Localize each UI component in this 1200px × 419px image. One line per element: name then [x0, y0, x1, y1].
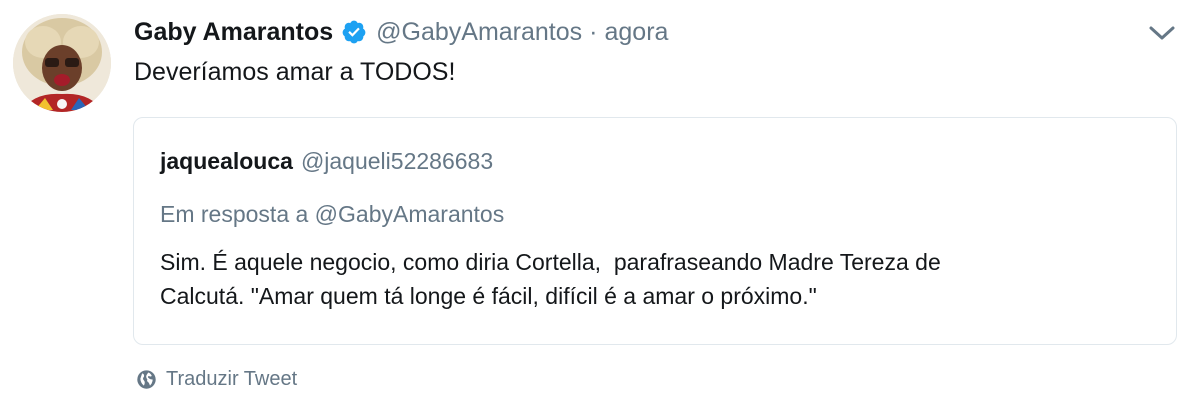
display-name[interactable]: Gaby Amarantos: [134, 18, 333, 47]
tweet: Gaby Amarantos @GabyAmarantos · agora De…: [0, 0, 1200, 419]
quoted-tweet-text: Sim. É aquele negocio, como diria Cortel…: [160, 249, 941, 309]
quoted-tweet-header: jaquealouca @jaqueli52286683: [160, 148, 493, 175]
separator-dot: ·: [589, 17, 598, 46]
quoted-handle: @jaqueli52286683: [300, 148, 494, 174]
chevron-down-icon[interactable]: [1146, 20, 1178, 46]
tweet-header: Gaby Amarantos @GabyAmarantos · agora: [134, 14, 668, 50]
quoted-display-name: jaquealouca: [160, 148, 293, 174]
translate-label: Traduzir Tweet: [166, 368, 298, 390]
tweet-text: Deveríamos amar a TODOS!: [134, 58, 456, 86]
quoted-reply-context: Em resposta a @GabyAmarantos: [160, 201, 505, 227]
avatar-image: [13, 14, 111, 112]
quoted-tweet[interactable]: jaquealouca @jaqueli52286683 Em resposta …: [133, 117, 1177, 345]
timestamp[interactable]: agora: [605, 18, 669, 47]
avatar[interactable]: [13, 14, 111, 112]
translate-tweet-link[interactable]: Traduzir Tweet: [136, 368, 297, 391]
verified-badge-icon: [341, 19, 367, 45]
globe-icon: [136, 369, 157, 390]
handle[interactable]: @GabyAmarantos: [376, 18, 582, 47]
